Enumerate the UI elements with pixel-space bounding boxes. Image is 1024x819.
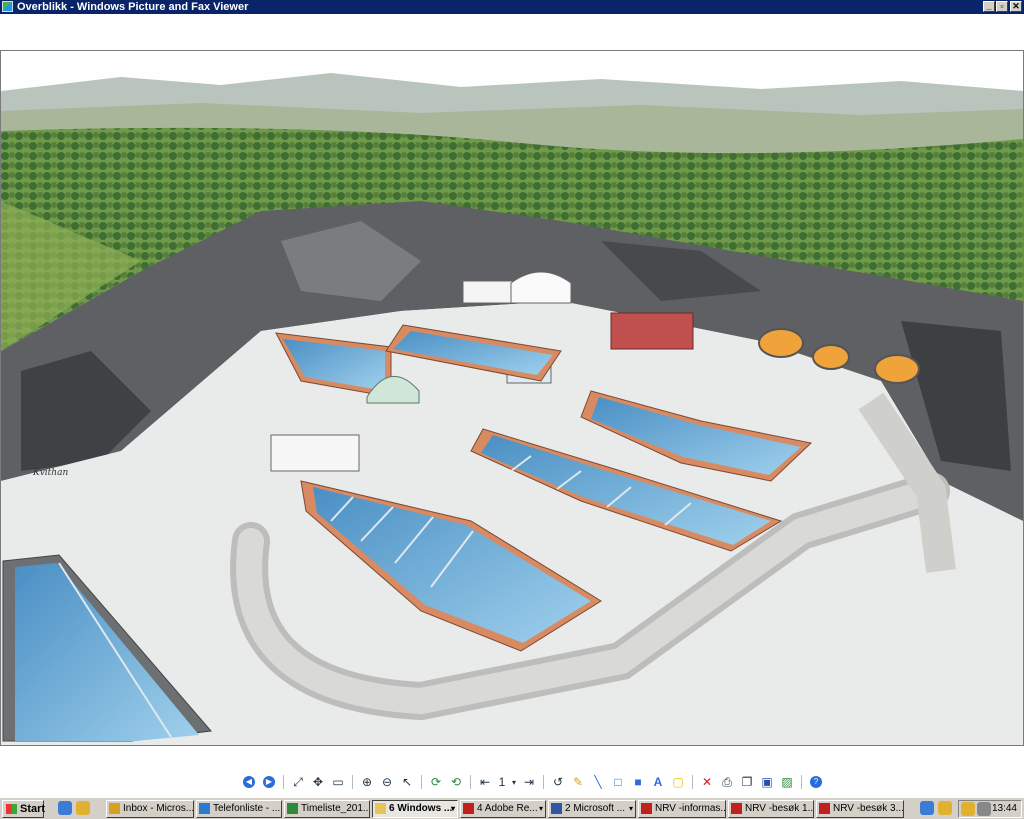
taskbar-item-timeliste[interactable]: Timeliste_201... [284, 800, 370, 818]
viewer-toolbar: ◀ ▶ ⤢ ✥ ▭ ⊕ ⊖ ↖ ⟳ ⟲ ⇤ 1 ▾ ⇥ ↺ ✎ ╲ □ ■ A … [240, 772, 825, 792]
next-image-icon[interactable]: ▶ [260, 773, 278, 791]
clock[interactable]: 13:44 [992, 801, 1017, 817]
first-page-icon[interactable]: ⇤ [476, 773, 494, 791]
previous-image-icon[interactable]: ◀ [240, 773, 258, 791]
pdf-icon [463, 803, 474, 814]
taskbar-item-word-group[interactable]: 2 Microsoft ... ▾ [548, 800, 636, 818]
line-icon[interactable]: ╲ [589, 773, 607, 791]
taskbar-item-nrv-informasjon[interactable]: NRV -informas... [638, 800, 726, 818]
ie-icon [199, 803, 210, 814]
toolbar-separator [692, 775, 693, 789]
excel-icon [287, 803, 298, 814]
note-icon[interactable]: ▢ [669, 773, 687, 791]
edit-icon[interactable]: ▨ [778, 773, 796, 791]
toolbar-separator [470, 775, 471, 789]
title-bar[interactable]: Overblikk - Windows Picture and Fax View… [0, 0, 1024, 14]
pdf-icon [641, 803, 652, 814]
outlook-icon [109, 803, 120, 814]
pdf-icon [819, 803, 830, 814]
system-tray: 13:44 [958, 800, 1022, 818]
ie-tray-icon[interactable] [920, 801, 934, 815]
word-icon [551, 803, 562, 814]
taskbar: Start Inbox - Micros... Telefonliste - .… [0, 797, 1024, 819]
taskbar-item-adobe-group[interactable]: 4 Adobe Re... ▾ [460, 800, 546, 818]
page-dropdown-icon[interactable]: ▾ [510, 773, 518, 791]
artist-signature: Kvithan [32, 468, 68, 478]
taskbar-item-windows-group[interactable]: 6 Windows ... ▾ [372, 800, 458, 818]
freehand-icon[interactable]: ✎ [569, 773, 587, 791]
rotate-counterclockwise-icon[interactable]: ⟲ [447, 773, 465, 791]
mail-notification-icon[interactable] [961, 802, 975, 816]
slideshow-icon[interactable]: ▭ [329, 773, 347, 791]
toolbar-separator [352, 775, 353, 789]
print-icon[interactable]: ⎙ [718, 773, 736, 791]
pointer-icon[interactable]: ↖ [398, 773, 416, 791]
picture-viewer-app-icon[interactable] [2, 1, 13, 12]
pdf-icon [731, 803, 742, 814]
text-icon[interactable]: A [649, 773, 667, 791]
last-page-icon[interactable]: ⇥ [520, 773, 538, 791]
toolbar-separator [543, 775, 544, 789]
minimize-button[interactable]: _ [983, 1, 995, 12]
picture-viewer-area: Kvithan [0, 14, 1024, 769]
taskbar-item-telefonliste[interactable]: Telefonliste - ... [196, 800, 282, 818]
toolbar-separator [283, 775, 284, 789]
best-fit-icon[interactable]: ⤢ [289, 773, 307, 791]
group-dropdown-icon: ▾ [450, 804, 455, 813]
taskbar-item-nrv-besok-1[interactable]: NRV -besøk 1... [728, 800, 814, 818]
toolbar-separator [801, 775, 802, 789]
window-title: Overblikk - Windows Picture and Fax View… [17, 1, 249, 13]
network-icon[interactable] [977, 802, 991, 816]
close-button[interactable]: ✕ [1010, 1, 1022, 12]
restore-button[interactable]: ▫ [996, 1, 1008, 12]
displayed-image: Kvithan [0, 50, 1024, 746]
taskbar-item-inbox[interactable]: Inbox - Micros... [106, 800, 194, 818]
page-number[interactable]: 1 [496, 773, 508, 791]
copy-icon[interactable]: ❐ [738, 773, 756, 791]
toolbar-separator [421, 775, 422, 789]
quicklaunch-ie-icon[interactable] [58, 801, 72, 815]
zoom-in-icon[interactable]: ⊕ [358, 773, 376, 791]
filled-rectangle-icon[interactable]: ■ [629, 773, 647, 791]
save-icon[interactable]: ▣ [758, 773, 776, 791]
taskbar-item-nrv-besok-3[interactable]: NRV -besøk 3... [816, 800, 904, 818]
group-dropdown-icon: ▾ [538, 804, 543, 813]
group-dropdown-icon: ▾ [628, 804, 633, 813]
rotate-clockwise-icon[interactable]: ⟳ [427, 773, 445, 791]
rectangle-icon[interactable]: □ [609, 773, 627, 791]
start-button[interactable]: Start [2, 800, 46, 818]
delete-icon[interactable]: ✕ [698, 773, 716, 791]
help-icon[interactable]: ? [807, 773, 825, 791]
start-label: Start [20, 803, 46, 815]
windows-logo-icon [6, 804, 17, 814]
outlook-tray-icon[interactable] [938, 801, 952, 815]
zoom-out-icon[interactable]: ⊖ [378, 773, 396, 791]
new-annotation-icon[interactable]: ↺ [549, 773, 567, 791]
folder-icon [375, 803, 386, 814]
quicklaunch-outlook-icon[interactable] [76, 801, 90, 815]
actual-size-icon[interactable]: ✥ [309, 773, 327, 791]
facility-illustration: Kvithan [1, 51, 1023, 745]
